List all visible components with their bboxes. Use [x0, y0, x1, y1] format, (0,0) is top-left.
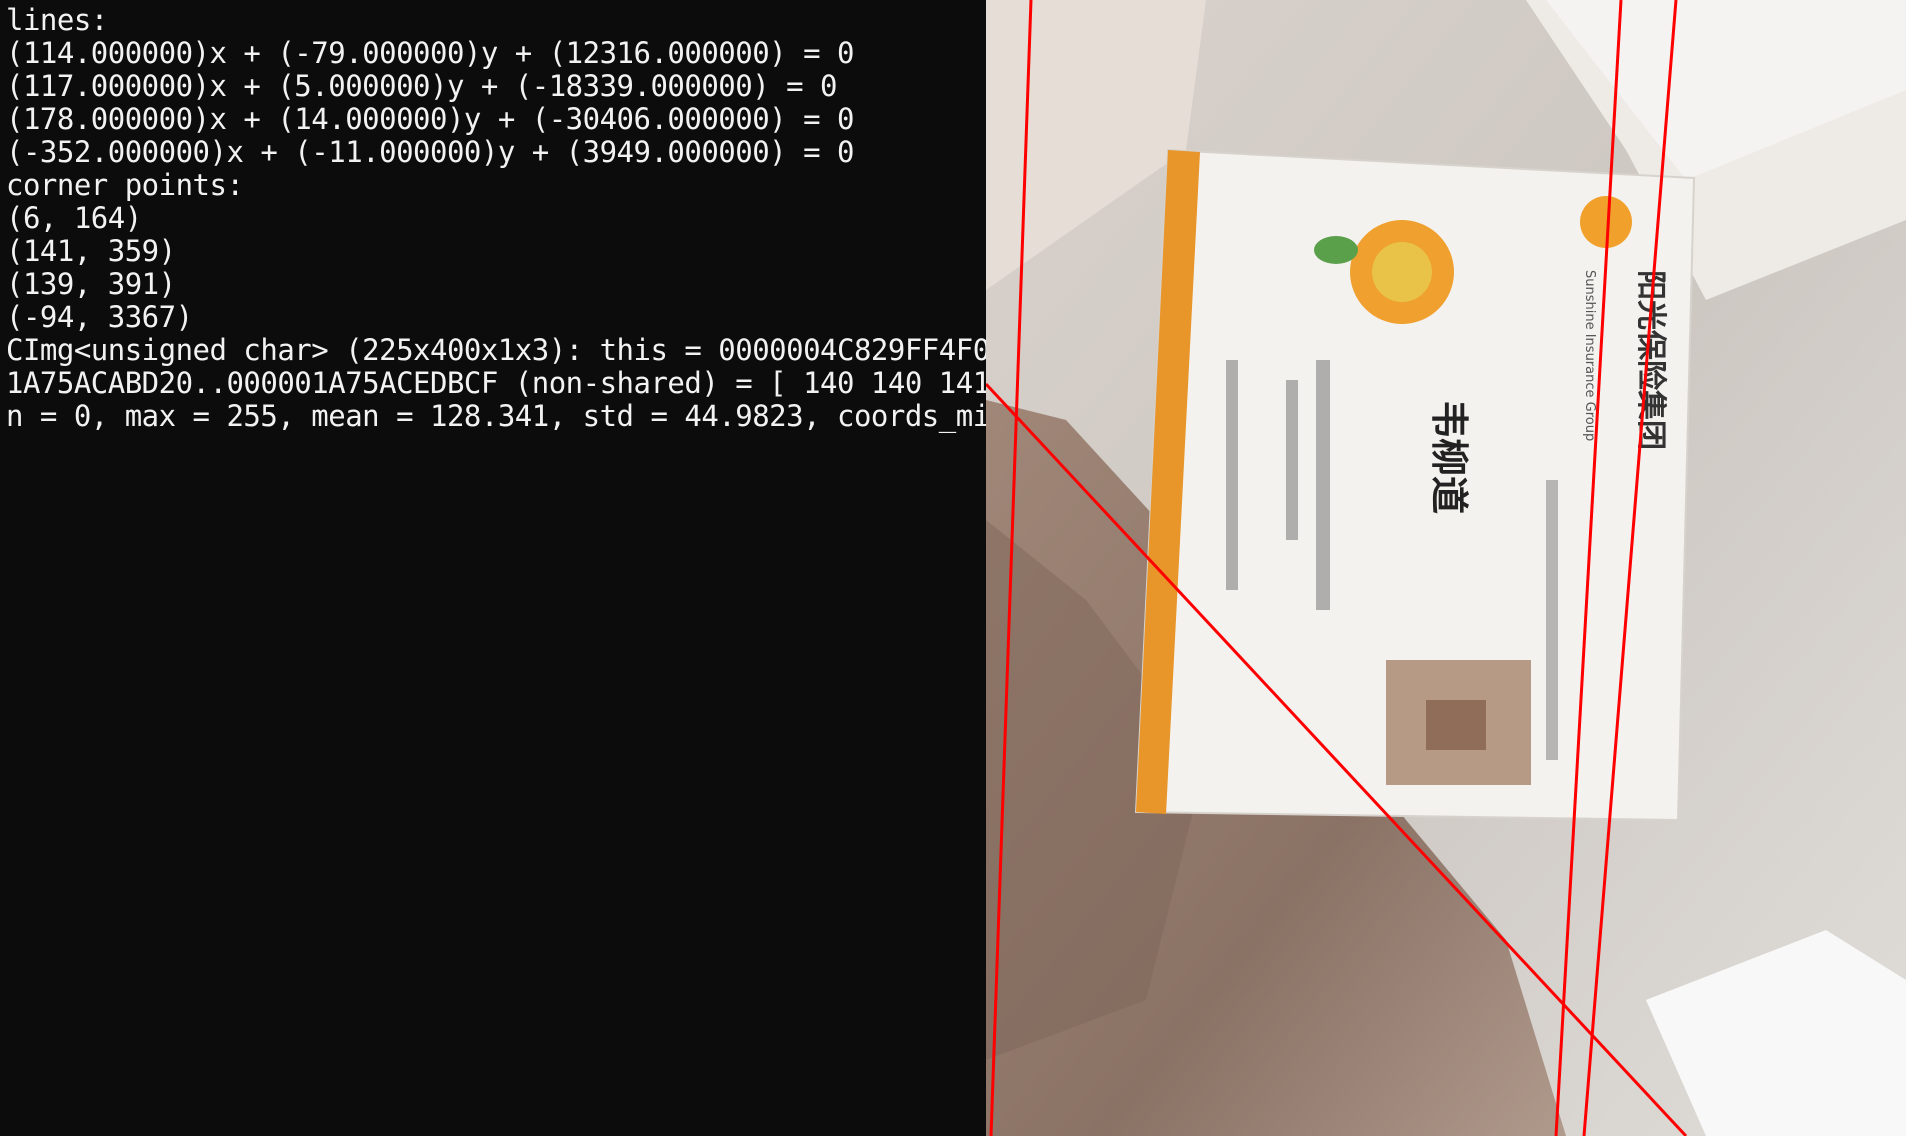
console-line: (141, 359) — [6, 234, 176, 268]
processed-photo: 阳光保险集团 Sunshine Insurance Group 韦柳道 — [986, 0, 1906, 1136]
card-hotline-text — [1226, 360, 1238, 590]
console-line: CImg<unsigned char> (225x400x1x3): this … — [6, 333, 986, 367]
console-line: n = 0, max = 255, mean = 128.341, std = … — [6, 399, 986, 433]
console-line: (117.000000)x + (5.000000)y + (-18339.00… — [6, 69, 838, 103]
console-line: (139, 391) — [6, 267, 176, 301]
console-line: corner points: — [6, 168, 244, 202]
card-phone-text — [1286, 380, 1298, 540]
console-line: lines: — [6, 3, 108, 37]
card-company-en: Sunshine Insurance Group — [1582, 270, 1597, 441]
card-en-text — [1546, 480, 1558, 760]
console-line: (-352.000000)x + (-11.000000)y + (3949.0… — [6, 135, 854, 169]
image-display-window: 阳光保险集团 Sunshine Insurance Group 韦柳道 — [986, 0, 1906, 1136]
console-window: lines: (114.000000)x + (-79.000000)y + (… — [0, 0, 986, 1136]
business-card: 阳光保险集团 Sunshine Insurance Group 韦柳道 — [1134, 148, 1696, 822]
console-line: (-94, 3367) — [6, 300, 193, 334]
card-address-text — [1316, 360, 1330, 610]
console-line: (114.000000)x + (-79.000000)y + (12316.0… — [6, 36, 854, 70]
card-name: 韦柳道 — [1427, 400, 1471, 514]
console-line: (178.000000)x + (14.000000)y + (-30406.0… — [6, 102, 854, 136]
console-line: (6, 164) — [6, 201, 142, 235]
console-line: 1A75ACABD20..000001A75ACEDBCF (non-share… — [6, 366, 986, 400]
